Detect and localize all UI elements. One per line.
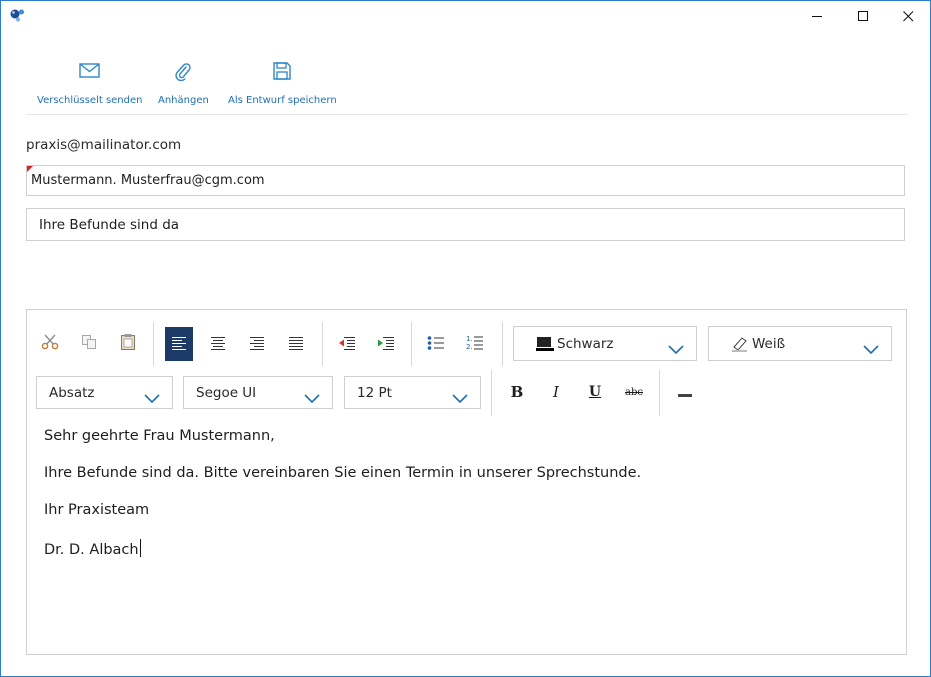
attach-button[interactable]: Anhängen <box>158 59 209 106</box>
toolbar-separator <box>491 370 492 416</box>
maximize-icon <box>857 10 869 22</box>
text-color-icon <box>536 336 554 352</box>
copy-icon <box>81 334 97 354</box>
text-color-dropdown[interactable]: Schwarz <box>513 326 697 361</box>
close-icon <box>902 10 914 22</box>
message-body[interactable]: Sehr geehrte Frau Mustermann, Ihre Befun… <box>44 428 641 576</box>
bullet-list-button[interactable] <box>422 327 450 361</box>
to-field-container <box>26 165 905 196</box>
paste-button[interactable] <box>114 327 142 361</box>
align-left-icon <box>171 335 187 354</box>
indent-icon <box>377 335 395 354</box>
rich-text-editor: 1. 2. Schwarz Weiß Absatz Segoe UI 12 Pt… <box>26 309 907 655</box>
paperclip-icon <box>159 59 207 83</box>
toolbar-divider <box>26 114 907 115</box>
strikethrough-button[interactable]: abc <box>620 375 648 409</box>
bold-button[interactable]: B <box>503 375 531 409</box>
font-size-dropdown[interactable]: 12 Pt <box>344 376 481 409</box>
highlight-color-label: Weiß <box>752 335 786 352</box>
to-field[interactable] <box>27 166 904 195</box>
send-encrypted-button[interactable]: Verschlüsselt senden <box>37 59 142 106</box>
horizontal-rule-button[interactable] <box>671 375 699 409</box>
numbered-list-button[interactable]: 1. 2. <box>461 327 489 361</box>
title-bar <box>1 1 930 31</box>
body-line: Sehr geehrte Frau Mustermann, <box>44 428 275 444</box>
save-draft-button[interactable]: Als Entwurf speichern <box>228 59 337 106</box>
align-right-icon <box>249 335 265 354</box>
font-family-value: Segoe UI <box>196 384 257 401</box>
compose-window: Verschlüsselt senden Anhängen Als Entwur… <box>0 0 931 677</box>
copy-button[interactable] <box>75 327 103 361</box>
numbered-list-icon: 1. 2. <box>466 334 484 354</box>
outdent-icon <box>338 335 356 354</box>
required-marker-icon <box>27 166 33 172</box>
paragraph-style-dropdown[interactable]: Absatz <box>36 376 173 409</box>
send-encrypted-label: Verschlüsselt senden <box>37 95 143 106</box>
highlighter-icon <box>731 336 749 352</box>
clipboard-icon <box>120 333 136 355</box>
body-line: Ihre Befunde sind da. Bitte vereinbaren … <box>44 465 642 481</box>
toolbar-separator <box>659 370 660 416</box>
align-center-button[interactable] <box>204 327 232 361</box>
cut-button[interactable] <box>36 327 64 361</box>
svg-text:2.: 2. <box>466 343 473 350</box>
body-line-text: Dr. D. Albach <box>44 542 139 558</box>
toolbar-separator <box>153 322 154 366</box>
maximize-button[interactable] <box>840 1 886 31</box>
chevron-down-icon <box>304 388 320 407</box>
compose-toolbar: Verschlüsselt senden Anhängen Als Entwur… <box>1 59 930 109</box>
app-logo-icon <box>9 7 27 23</box>
subject-field-container <box>26 208 905 241</box>
envelope-icon <box>41 59 139 83</box>
toolbar-separator <box>502 322 503 366</box>
minimize-icon <box>811 11 823 22</box>
align-right-button[interactable] <box>243 327 271 361</box>
align-justify-button[interactable] <box>282 327 310 361</box>
subject-field[interactable] <box>27 209 904 241</box>
save-draft-label: Als Entwurf speichern <box>228 95 337 106</box>
toolbar-separator <box>322 322 323 366</box>
italic-button[interactable]: I <box>542 375 570 409</box>
outdent-button[interactable] <box>333 327 361 361</box>
indent-button[interactable] <box>372 327 400 361</box>
underline-button[interactable]: U <box>581 375 609 409</box>
font-family-dropdown[interactable]: Segoe UI <box>183 376 333 409</box>
align-center-icon <box>210 335 226 354</box>
attach-label: Anhängen <box>158 95 209 106</box>
bullet-list-icon <box>427 335 445 354</box>
chevron-down-icon <box>452 388 468 407</box>
close-button[interactable] <box>885 1 930 31</box>
horizontal-rule-icon <box>678 383 692 402</box>
floppy-disk-icon <box>232 59 332 83</box>
align-left-button[interactable] <box>165 327 193 361</box>
svg-text:1.: 1. <box>466 335 473 343</box>
body-line: Ihr Praxisteam <box>44 502 150 518</box>
font-size-value: 12 Pt <box>357 384 392 401</box>
chevron-down-icon <box>144 388 160 407</box>
body-line-with-cursor: Dr. D. Albach <box>44 539 641 576</box>
paragraph-style-value: Absatz <box>49 384 95 401</box>
minimize-button[interactable] <box>794 1 840 31</box>
highlight-color-dropdown[interactable]: Weiß <box>708 326 892 361</box>
align-justify-icon <box>288 335 304 354</box>
toolbar-separator <box>411 322 412 366</box>
scissors-icon <box>41 334 59 354</box>
text-cursor <box>139 539 141 557</box>
from-address: praxis@mailinator.com <box>26 137 182 153</box>
text-color-label: Schwarz <box>557 335 614 352</box>
chevron-down-icon <box>863 339 879 358</box>
chevron-down-icon <box>668 339 684 358</box>
